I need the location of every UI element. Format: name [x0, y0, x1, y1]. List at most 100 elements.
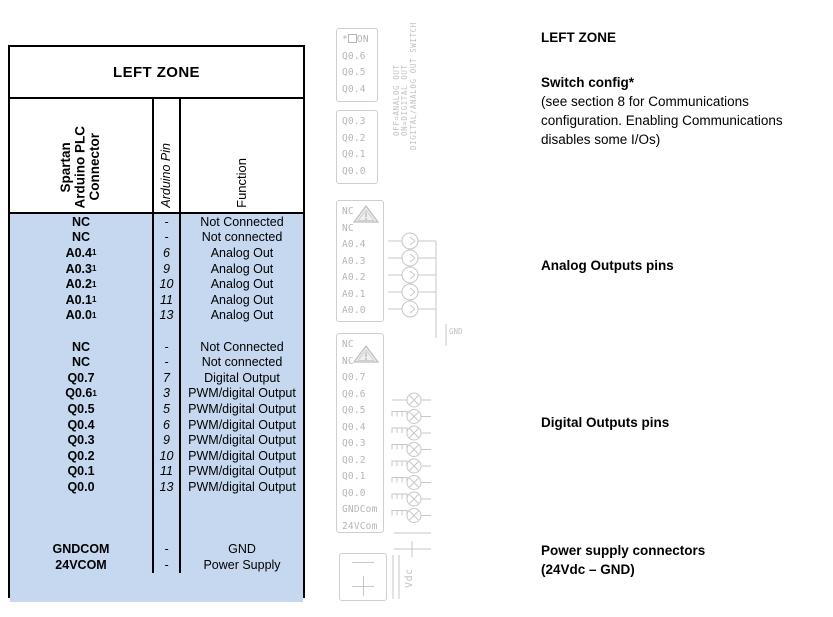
power-supply-vdc-label: Vdc: [404, 568, 415, 588]
cell-arduino-pin: 11: [154, 291, 181, 308]
table-row: NC - Not Connected: [10, 338, 303, 355]
connector-diagram: * ON Q0.6 Q0.5 Q0.4 Q0.3 Q0.2 Q0.1 Q0.0 DIGITAL…: [336, 22, 521, 601]
cell-connector: Q0.6 1: [10, 385, 154, 402]
cell-arduino-pin: 10: [154, 276, 181, 292]
cell-connector: A0.2 1: [10, 276, 154, 292]
power-supply-rails: [392, 555, 400, 599]
cell-function: Power Supply: [203, 557, 281, 572]
cell-function: [181, 526, 303, 542]
cell-arduino-pin: 11: [154, 463, 181, 480]
column-header-connector: Spartan Arduino PLC Connector: [10, 99, 154, 212]
cell-function: PWM/digital Output: [188, 433, 296, 448]
cell-connector: NC: [10, 229, 154, 246]
cell-connector: A0.1 1: [10, 291, 154, 308]
cell-function: Analog Out: [210, 308, 274, 323]
table-row: 24VCOM - Power Supply: [10, 557, 303, 573]
cell-arduino-pin: [154, 525, 181, 542]
cell-connector: Q0.0: [10, 479, 154, 495]
cell-connector: Q0.2: [10, 447, 154, 464]
cell-function: Analog Out: [210, 277, 274, 292]
cell-connector: [10, 323, 154, 339]
cell-connector: A0.3 1: [10, 260, 154, 277]
cell-connector: [10, 494, 154, 511]
table-row: Q0.0 13 PWM/digital Output: [10, 479, 303, 495]
table-row: Q0.3 9 PWM/digital Output: [10, 432, 303, 448]
footnote-marker: 1: [92, 388, 97, 398]
cell-connector: GNDCOM: [10, 541, 154, 558]
note-digital-outputs-heading: Digital Outputs pins: [541, 415, 670, 430]
cell-connector: NC: [10, 354, 154, 370]
cell-connector: 24VCOM: [10, 557, 154, 573]
cell-arduino-pin: 3: [154, 385, 181, 402]
cell-arduino-pin: 13: [154, 479, 181, 495]
footnote-marker: 1: [91, 295, 97, 305]
table-row: A0.2 1 10 Analog Out: [10, 276, 303, 292]
table-row: NC - Not connected: [10, 354, 303, 370]
cell-function: [181, 510, 303, 526]
footnote-marker: 1: [91, 264, 97, 274]
table-row: [10, 525, 303, 542]
column-header-function: Function: [181, 99, 303, 212]
table-row: NC - Not connected: [10, 229, 303, 246]
cell-connector: Q0.4: [10, 416, 154, 433]
footnote-marker: 1: [91, 248, 97, 258]
table-row: A0.4 1 6 Analog Out: [10, 245, 303, 261]
note-power-supply-body: (24Vdc – GND): [541, 562, 635, 577]
column-header-arduino-pin: Arduino Pin: [154, 99, 181, 212]
note-analog-outputs: Analog Outputs pins: [541, 256, 833, 275]
column-header-arduino-pin-label: Arduino Pin: [158, 143, 173, 208]
table-row: Q0.1 11 PWM/digital Output: [10, 463, 303, 480]
table-header-row: Spartan Arduino PLC Connector Arduino Pi…: [10, 99, 303, 214]
cell-function: PWM/digital Output: [188, 401, 296, 416]
cell-connector: [10, 525, 154, 542]
cell-arduino-pin: 7: [154, 369, 181, 386]
cell-arduino-pin: -: [154, 354, 181, 370]
cell-arduino-pin: 6: [154, 416, 181, 433]
table-row: A0.0 1 13 Analog Out: [10, 307, 303, 324]
cell-arduino-pin: [154, 494, 181, 511]
cell-connector: A0.4 1: [10, 245, 154, 261]
table-row: [10, 494, 303, 511]
cell-function: GND: [228, 542, 256, 557]
cell-arduino-pin: 13: [154, 307, 181, 324]
cell-connector: NC: [10, 338, 154, 355]
cell-arduino-pin: [154, 510, 181, 526]
table-row: [10, 323, 303, 339]
table-body: NC - Not Connected NC - Not connected A0.4 1 6 An…: [10, 214, 303, 602]
table-row: GNDCOM - GND: [10, 541, 303, 558]
table-row: A0.1 1 11 Analog Out: [10, 291, 303, 308]
note-analog-outputs-heading: Analog Outputs pins: [541, 258, 674, 273]
cell-connector: NC: [10, 214, 154, 230]
cell-connector: Q0.5: [10, 401, 154, 417]
cell-connector: A0.0 1: [10, 307, 154, 324]
cell-function: PWM/digital Output: [188, 417, 296, 432]
cell-arduino-pin: [154, 323, 181, 339]
cell-function: PWM/digital Output: [188, 386, 296, 401]
cell-arduino-pin: -: [154, 229, 181, 246]
note-power-supply-heading: Power supply connectors: [541, 543, 706, 558]
cell-function: [181, 495, 303, 511]
cell-function: Not Connected: [200, 214, 284, 229]
cell-arduino-pin: 5: [154, 401, 181, 417]
cell-function: Not connected: [201, 355, 283, 370]
cell-function: Analog Out: [210, 245, 274, 260]
table-row: A0.3 1 9 Analog Out: [10, 260, 303, 277]
cell-arduino-pin: -: [154, 338, 181, 355]
table-row: Q0.4 6 PWM/digital Output: [10, 416, 303, 433]
cell-function: Not connected: [201, 230, 283, 245]
cell-function: Not Connected: [200, 339, 284, 354]
note-switch-config-body: (see section 8 for Communications config…: [541, 94, 783, 147]
footnote-marker: 1: [91, 279, 97, 289]
note-left-zone-heading: LEFT ZONE: [541, 30, 616, 45]
table-title: LEFT ZONE: [10, 47, 303, 99]
table-row: NC - Not Connected: [10, 214, 303, 230]
cell-arduino-pin: -: [154, 214, 181, 230]
note-digital-outputs: Digital Outputs pins: [541, 413, 833, 432]
cell-arduino-pin: 9: [154, 260, 181, 277]
column-header-function-label: Function: [234, 158, 250, 208]
column-header-connector-label: Spartan Arduino PLC Connector: [58, 125, 103, 209]
note-left-zone: LEFT ZONE: [541, 28, 833, 47]
note-switch-config-heading: Switch config*: [541, 75, 635, 90]
cell-connector: Q0.3: [10, 432, 154, 448]
cell-arduino-pin: 9: [154, 432, 181, 448]
